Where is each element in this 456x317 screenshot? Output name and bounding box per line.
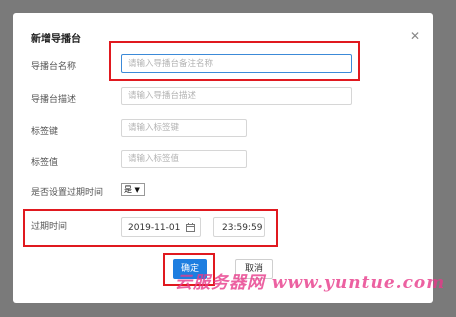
expiry-label: 过期时间 bbox=[31, 222, 68, 232]
tag-key-input[interactable] bbox=[121, 119, 247, 137]
calendar-icon[interactable] bbox=[186, 223, 195, 232]
description-input[interactable] bbox=[121, 87, 352, 105]
name-input[interactable] bbox=[121, 54, 352, 73]
close-icon[interactable]: ✕ bbox=[409, 30, 421, 42]
chevron-down-icon: ▼ bbox=[134, 186, 140, 194]
dialog-title: 新增导播台 bbox=[31, 34, 81, 45]
expiry-date-picker[interactable]: 2019-11-01 bbox=[121, 217, 201, 237]
tag-value-label: 标签值 bbox=[31, 158, 59, 168]
expiry-date-value: 2019-11-01 bbox=[128, 223, 181, 233]
expiry-time-picker[interactable]: 23:59:59 bbox=[213, 217, 265, 237]
expiry-time-value: 23:59:59 bbox=[222, 223, 263, 233]
name-label: 导播台名称 bbox=[31, 62, 77, 72]
set-expiry-selected: 是 bbox=[124, 185, 132, 194]
set-expiry-label: 是否设置过期时间 bbox=[31, 188, 104, 198]
watermark-text: 云服务器网 www.yuntue.com bbox=[175, 273, 446, 293]
description-label: 导播台描述 bbox=[31, 95, 77, 105]
new-director-dialog: 新增导播台 ✕ 导播台名称 导播台描述 标签键 标签值 是否设置过期时间 是 ▼… bbox=[13, 13, 433, 303]
set-expiry-select[interactable]: 是 ▼ bbox=[121, 183, 145, 196]
tag-key-label: 标签键 bbox=[31, 127, 59, 137]
tag-value-input[interactable] bbox=[121, 150, 247, 168]
